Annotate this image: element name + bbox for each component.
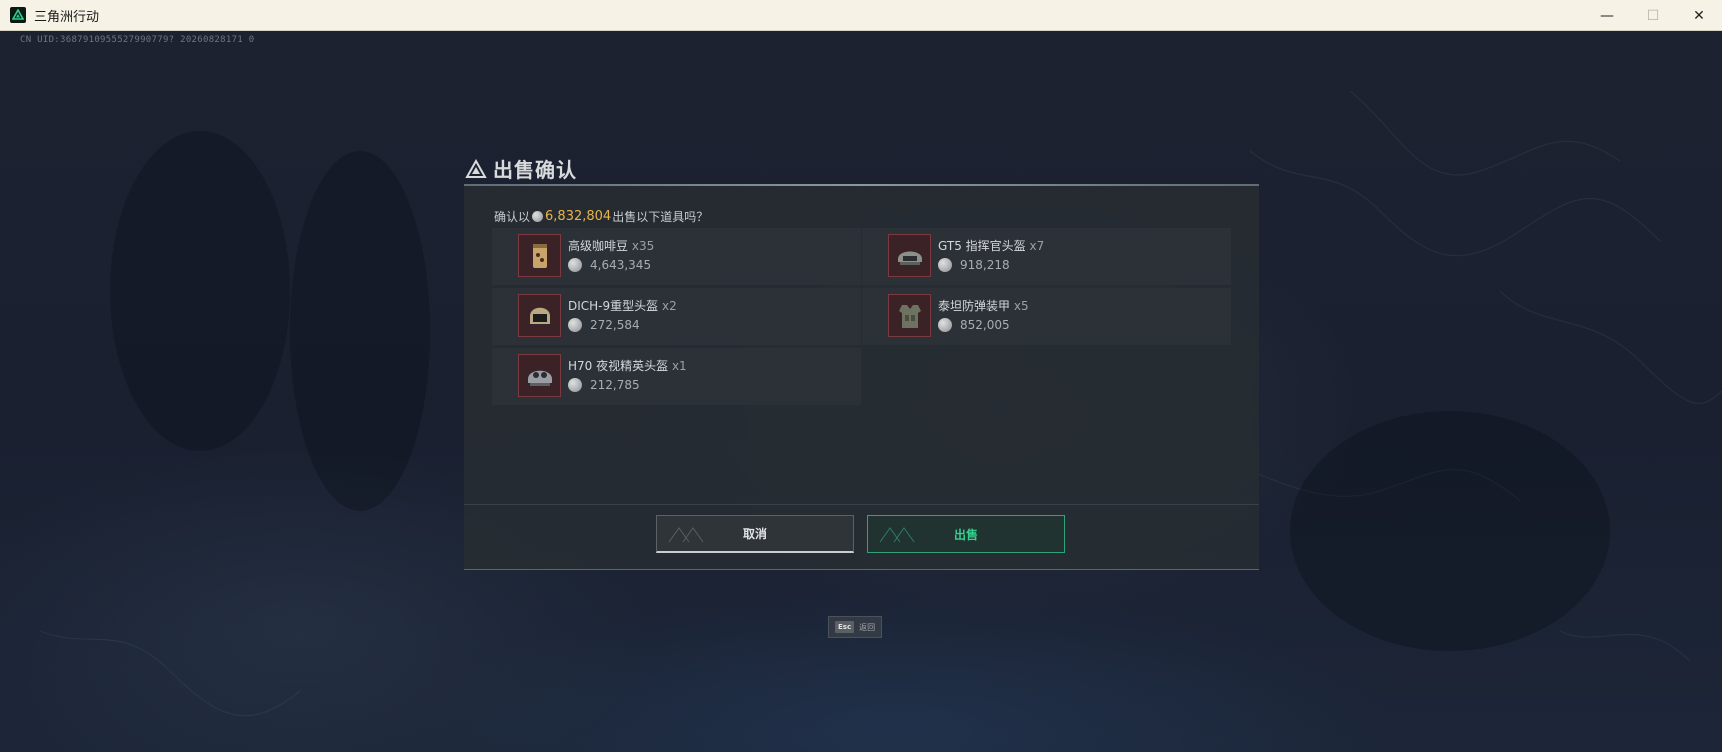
item-price: 852,005 bbox=[938, 318, 1010, 332]
confirm-message: 确认以 6,832,804 出售以下道具吗？ bbox=[494, 208, 708, 225]
coin-icon bbox=[568, 258, 582, 272]
item-quantity: x35 bbox=[631, 239, 655, 253]
button-pattern-icon bbox=[668, 527, 704, 543]
item-quantity: x5 bbox=[1013, 299, 1029, 313]
item-price-value: 918,218 bbox=[960, 258, 1010, 272]
item-price-value: 212,785 bbox=[590, 378, 640, 392]
warning-triangle-icon bbox=[465, 158, 487, 178]
item-quantity: x7 bbox=[1029, 239, 1045, 253]
helmet-icon bbox=[888, 234, 931, 277]
coin-icon bbox=[938, 318, 952, 332]
dialog-header: 出售确认 bbox=[465, 154, 577, 183]
confirm-total-price: 6,832,804 bbox=[545, 209, 612, 224]
window-title: 三角洲行动 bbox=[34, 9, 100, 25]
item-name: 高级咖啡豆 x35 bbox=[568, 237, 654, 254]
item-price-value: 852,005 bbox=[960, 318, 1010, 332]
item-quantity: x1 bbox=[671, 359, 687, 373]
sell-item-row: 高级咖啡豆 x35 4,643,345 bbox=[492, 228, 861, 285]
minimize-icon: — bbox=[1600, 7, 1614, 24]
confirm-prefix: 确认以 bbox=[494, 210, 531, 224]
sell-label: 出售 bbox=[953, 527, 978, 542]
item-name-text: 高级咖啡豆 bbox=[568, 239, 629, 253]
uid-watermark: CN UID:3687910955527990779? 20260828171 … bbox=[20, 35, 255, 45]
item-name: DICH-9重型头盔 x2 bbox=[568, 297, 677, 314]
item-price: 918,218 bbox=[938, 258, 1010, 272]
esc-back-label: 返回 bbox=[859, 622, 876, 632]
sell-item-row: 泰坦防弹装甲 x5 852,005 bbox=[862, 288, 1231, 345]
item-name: H70 夜视精英头盔 x1 bbox=[568, 357, 687, 374]
item-price-value: 272,584 bbox=[590, 318, 640, 332]
dialog-top-border bbox=[464, 184, 1259, 186]
coin-icon bbox=[532, 211, 544, 222]
item-name-text: DICH-9重型头盔 bbox=[568, 299, 659, 313]
cancel-button[interactable]: 取消 bbox=[656, 515, 854, 553]
esc-key-icon: Esc bbox=[835, 621, 855, 633]
coin-icon bbox=[568, 318, 582, 332]
coin-icon bbox=[568, 378, 582, 392]
item-name-text: 泰坦防弹装甲 bbox=[938, 299, 1011, 313]
item-name: 泰坦防弹装甲 x5 bbox=[938, 297, 1029, 314]
item-price: 212,785 bbox=[568, 378, 640, 392]
sell-confirm-dialog: 确认以 6,832,804 出售以下道具吗？ 高级咖啡豆 x35 4,643,3… bbox=[464, 184, 1259, 570]
sell-item-row: DICH-9重型头盔 x2 272,584 bbox=[492, 288, 861, 345]
minimize-button[interactable]: — bbox=[1584, 0, 1630, 31]
esc-back-hint[interactable]: Esc 返回 bbox=[828, 616, 883, 638]
window-title-bar: 三角洲行动 — ☐ ✕ bbox=[0, 0, 1722, 31]
maximize-button[interactable]: ☐ bbox=[1630, 0, 1676, 31]
item-name: GT5 指挥官头盔 x7 bbox=[938, 237, 1044, 254]
item-name-text: GT5 指挥官头盔 bbox=[938, 239, 1026, 253]
sell-button[interactable]: 出售 bbox=[867, 515, 1065, 553]
maximize-icon: ☐ bbox=[1646, 7, 1660, 24]
dialog-bottom-border bbox=[464, 569, 1259, 570]
button-pattern-icon bbox=[879, 527, 915, 543]
confirm-suffix: 出售以下道具吗？ bbox=[612, 210, 709, 224]
item-name-text: H70 夜视精英头盔 bbox=[568, 359, 669, 373]
coffee-bean-bag-icon bbox=[518, 234, 561, 277]
item-price-value: 4,643,345 bbox=[590, 258, 652, 272]
item-price: 272,584 bbox=[568, 318, 640, 332]
night-vision-helmet-icon bbox=[518, 354, 561, 397]
app-logo-icon bbox=[10, 7, 26, 23]
heavy-helmet-icon bbox=[518, 294, 561, 337]
dialog-title: 出售确认 bbox=[493, 158, 577, 182]
sell-item-row: H70 夜视精英头盔 x1 212,785 bbox=[492, 348, 861, 405]
sell-item-row: GT5 指挥官头盔 x7 918,218 bbox=[862, 228, 1231, 285]
item-price: 4,643,345 bbox=[568, 258, 651, 272]
item-quantity: x2 bbox=[661, 299, 677, 313]
cancel-label: 取消 bbox=[742, 527, 767, 541]
dialog-divider bbox=[464, 504, 1259, 505]
coin-icon bbox=[938, 258, 952, 272]
close-window-button[interactable]: ✕ bbox=[1676, 0, 1722, 31]
close-icon: ✕ bbox=[1693, 7, 1705, 24]
body-armor-icon bbox=[888, 294, 931, 337]
